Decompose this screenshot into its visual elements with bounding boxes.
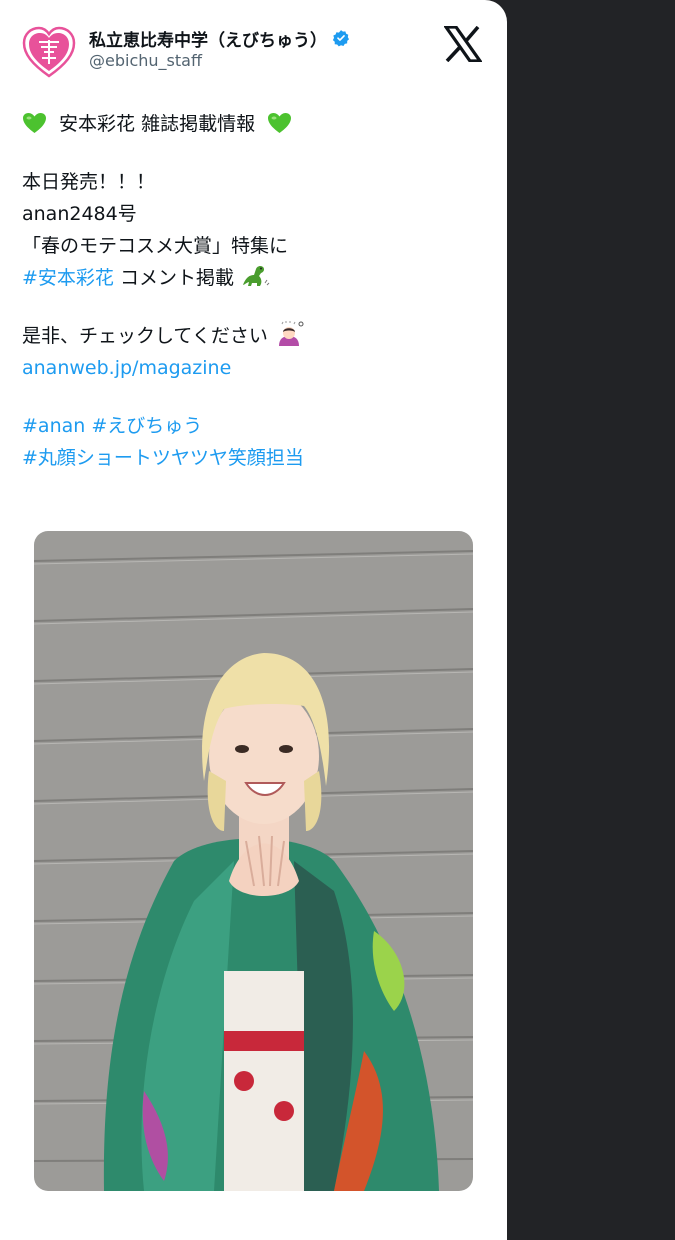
tweet-line-4: #安本彩花 コメント掲載 (22, 262, 492, 294)
tweet-line-3: 「春のモテコスメ大賞」特集に (22, 235, 289, 257)
tweet-line-5: 是非、チェックしてください (22, 320, 492, 352)
tweet-header: 私立恵比寿中学（えびちゅう） @ebichu_staff (22, 26, 492, 80)
author-names: 私立恵比寿中学（えびちゅう） @ebichu_staff (89, 26, 350, 70)
dinosaur-icon (243, 265, 270, 286)
x-logo-icon[interactable] (444, 26, 482, 62)
magazine-link[interactable]: ananweb.jp/magazine (22, 352, 492, 384)
tweet-card: 私立恵比寿中学（えびちゅう） @ebichu_staff 安本彩花 雑誌掲載情報… (0, 0, 507, 1240)
tweet-title-line: 安本彩花 雑誌掲載情報 (22, 108, 492, 140)
author-display-name[interactable]: 私立恵比寿中学（えびちゅう） (89, 26, 327, 51)
author-handle[interactable]: @ebichu_staff (89, 51, 350, 70)
tweet-title: 安本彩花 雑誌掲載情報 (59, 113, 256, 135)
heart-logo-icon[interactable] (22, 26, 76, 78)
tweet-body: 安本彩花 雑誌掲載情報 本日発売！！！ anan2484号 「春のモテコスメ大賞… (22, 108, 492, 474)
tweet-photo[interactable] (34, 531, 473, 1191)
bowing-person-icon (278, 321, 304, 346)
hashtag-marugao[interactable]: #丸顔ショートツヤツヤ笑顔担当 (22, 442, 492, 474)
hashtag-anan[interactable]: #anan (22, 415, 85, 437)
tweet-line-1: 本日発売！！！ (22, 171, 156, 193)
green-heart-icon (268, 113, 292, 133)
hashtags-row-1: #anan #えびちゅう (22, 410, 492, 442)
hashtag-ebichu[interactable]: #えびちゅう (91, 415, 202, 437)
tweet-line-5-text: 是非、チェックしてください (22, 325, 268, 347)
tweet-line-4-text: コメント掲載 (113, 267, 234, 289)
verified-badge-icon (332, 30, 350, 47)
green-heart-icon (23, 113, 46, 133)
hashtag-link[interactable]: #安本彩花 (22, 267, 114, 289)
author-display-name-row[interactable]: 私立恵比寿中学（えびちゅう） (89, 26, 350, 51)
tweet-line-2: anan2484号 (22, 203, 137, 225)
